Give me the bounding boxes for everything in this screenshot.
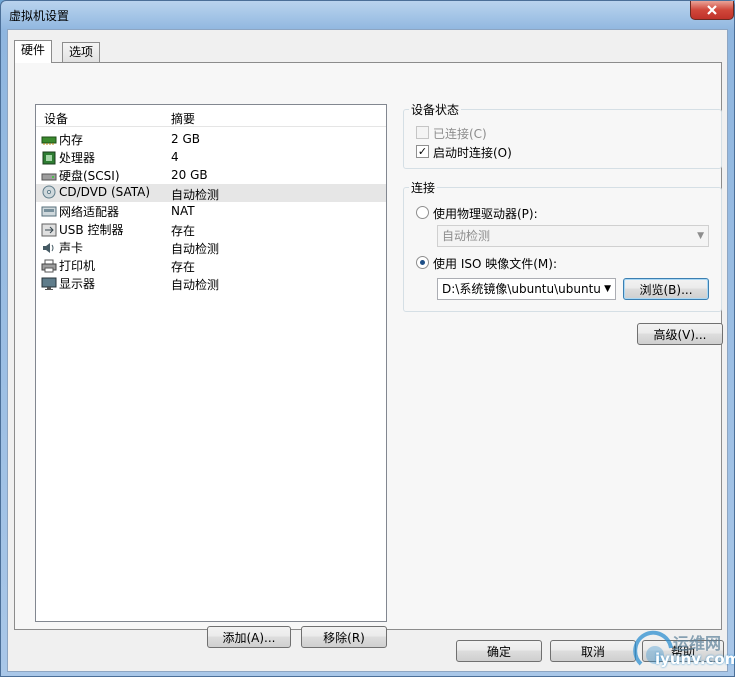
connection-title: 连接 [409, 179, 438, 196]
help-button[interactable]: 帮助 [642, 640, 724, 662]
connect-at-power-on-checkbox[interactable]: ✓ [416, 145, 429, 158]
ok-button[interactable]: 确定 [456, 640, 542, 662]
tab-hardware-label: 硬件 [21, 43, 46, 57]
advanced-button[interactable]: 高级(V)... [637, 323, 723, 345]
device-status-title: 设备状态 [409, 101, 462, 118]
printer-icon [41, 259, 57, 272]
device-name: 内存 [59, 133, 84, 147]
device-row-network-adapter[interactable]: 网络适配器 NAT [36, 202, 386, 220]
physical-drive-select[interactable]: 自动检测 ▼ [437, 225, 709, 247]
device-summary: 自动检测 [171, 242, 220, 256]
device-row-display[interactable]: 显示器 自动检测 [36, 274, 386, 292]
device-name: CD/DVD (SATA) [59, 185, 151, 199]
device-summary: 4 [171, 150, 179, 164]
device-summary: NAT [171, 204, 195, 218]
device-row-cd-dvd[interactable]: CD/DVD (SATA) 自动检测 [36, 184, 386, 202]
header-device[interactable]: 设备 [44, 110, 68, 127]
add-button[interactable]: 添加(A)... [207, 626, 291, 648]
browse-button[interactable]: 浏览(B)... [623, 278, 709, 300]
tab-hardware[interactable]: 硬件 [14, 40, 53, 63]
device-row-memory[interactable]: 内存 2 GB [36, 130, 386, 148]
hardware-panel: 设备 摘要 内存 2 GB 处理器 4 硬盘(SCSI) 20 GB CD/DV… [14, 62, 723, 648]
dialog-client: 硬件 选项 设备 摘要 内存 2 GB 处理器 4 硬盘(SCSI) 20 GB… [7, 29, 728, 672]
connect-at-power-on-label[interactable]: 启动时连接(O) [433, 144, 512, 161]
display-icon [41, 277, 57, 290]
iso-image-label[interactable]: 使用 ISO 映像文件(M): [433, 255, 557, 272]
device-row-processor[interactable]: 处理器 4 [36, 148, 386, 166]
usb-icon [41, 223, 57, 236]
memory-icon [41, 136, 57, 145]
device-summary: 20 GB [171, 168, 208, 182]
iso-path-value: D:\系统镜像\ubuntu\ubuntu [442, 282, 601, 296]
device-row-printer[interactable]: 打印机 存在 [36, 256, 386, 274]
network-adapter-icon [41, 206, 57, 216]
device-name: 网络适配器 [59, 205, 120, 219]
connected-checkbox[interactable] [416, 126, 429, 139]
iso-image-radio[interactable] [416, 256, 429, 269]
device-row-usb[interactable]: USB 控制器 存在 [36, 220, 386, 238]
chevron-down-icon: ▼ [604, 284, 611, 294]
sound-card-icon [43, 242, 54, 253]
device-list[interactable]: 设备 摘要 内存 2 GB 处理器 4 硬盘(SCSI) 20 GB CD/DV… [35, 104, 387, 622]
device-row-sound-card[interactable]: 声卡 自动检测 [36, 238, 386, 256]
physical-drive-label[interactable]: 使用物理驱动器(P): [433, 205, 538, 222]
cd-dvd-icon [42, 185, 56, 199]
close-icon [707, 5, 717, 15]
header-summary[interactable]: 摘要 [171, 110, 195, 127]
physical-drive-select-value: 自动检测 [442, 229, 491, 243]
device-name: 处理器 [59, 151, 96, 165]
connected-label[interactable]: 已连接(C) [433, 125, 487, 142]
device-list-header: 设备 摘要 [36, 105, 386, 127]
title-bar[interactable]: 虚拟机设置 [1, 1, 734, 29]
tab-options-label: 选项 [69, 45, 94, 59]
device-summary: 2 GB [171, 132, 200, 146]
tab-options[interactable]: 选项 [62, 42, 101, 63]
device-name: 声卡 [59, 241, 84, 255]
chevron-down-icon: ▼ [697, 231, 704, 241]
device-name: 硬盘(SCSI) [59, 169, 120, 183]
device-name: 打印机 [59, 259, 96, 273]
close-button[interactable] [690, 1, 734, 20]
remove-button[interactable]: 移除(R) [301, 626, 387, 648]
device-summary: 自动检测 [171, 188, 220, 202]
dialog-window: 虚拟机设置 硬件 选项 设备 摘要 内存 2 GB 处理器 4 硬盘(SCSI)… [0, 0, 735, 677]
device-name: USB 控制器 [59, 223, 124, 237]
device-name: 显示器 [59, 277, 96, 291]
iso-path-combo[interactable]: D:\系统镜像\ubuntu\ubuntu ▼ [437, 278, 616, 300]
window-title: 虚拟机设置 [9, 9, 70, 23]
device-summary: 自动检测 [171, 278, 220, 292]
device-row-harddisk[interactable]: 硬盘(SCSI) 20 GB [36, 166, 386, 184]
processor-icon [42, 151, 56, 164]
device-summary: 存在 [171, 224, 196, 238]
harddisk-icon [41, 173, 57, 180]
cancel-button[interactable]: 取消 [550, 640, 636, 662]
physical-drive-radio[interactable] [416, 206, 429, 219]
device-summary: 存在 [171, 260, 196, 274]
